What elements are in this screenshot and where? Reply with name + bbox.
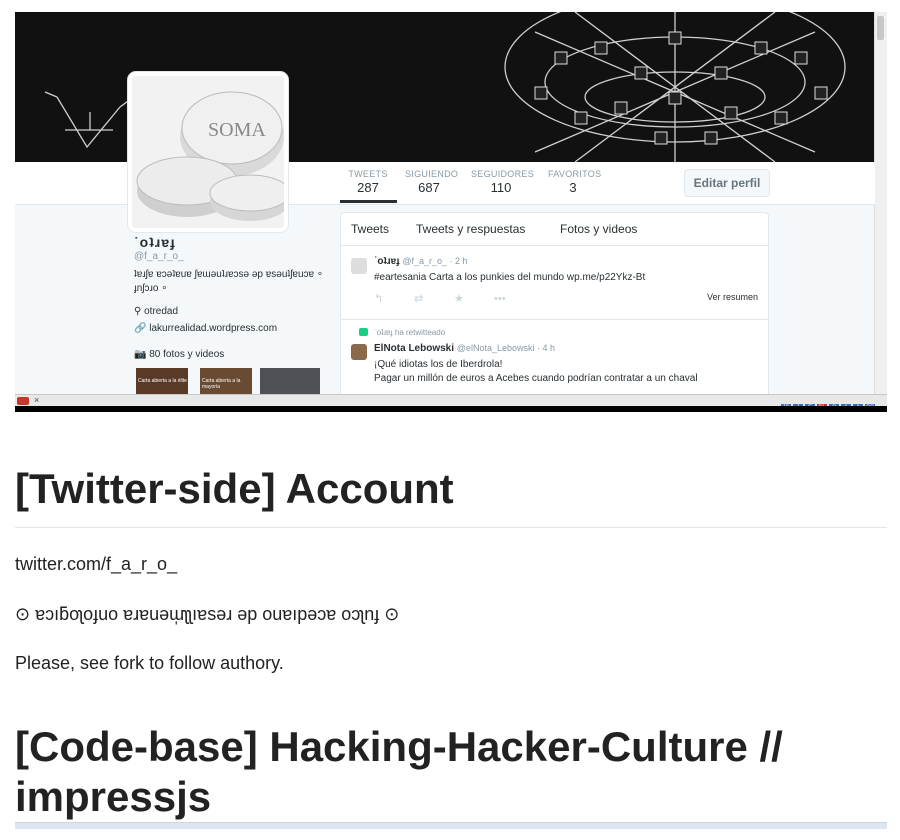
tweet-author-name[interactable]: ˙oʇɹɐɟ: [374, 256, 400, 267]
stat-following[interactable]: SIGUIENDO 687: [405, 169, 458, 195]
timeline: Tweets Tweets y respuestas Fotos y video…: [340, 212, 769, 404]
tab-tweets[interactable]: Tweets: [351, 222, 389, 236]
tweet-avatar[interactable]: [351, 258, 367, 274]
tweet-text: Pagar un millón de euros a Acebes cuando…: [374, 373, 698, 384]
tab-photos-videos[interactable]: Fotos y videos: [560, 222, 637, 236]
heading-divider: [15, 822, 887, 829]
avatar-pill-text: SOMA: [208, 119, 266, 141]
heading-divider: [15, 527, 887, 528]
tweet[interactable]: ˙oʇɹɐɟ @f_a_r_o_ · 2 h #eartesania Carta…: [341, 246, 768, 320]
upside-down-motto-text: ⊙ ɐɔıƃoʅoɟuo ɐɹɐuǝɯ̩ʅʅıɐsǝɹ ǝp ouɐıpǝɔɐ …: [15, 604, 400, 624]
stat-tweets[interactable]: TWEETS 287: [348, 169, 388, 195]
vertical-scrollbar[interactable]: [874, 12, 887, 394]
retweet-icon: [359, 328, 368, 336]
view-summary-link[interactable]: Ver resumen: [707, 292, 758, 302]
location-pin-icon: ⚲: [134, 306, 145, 317]
edit-profile-button[interactable]: Editar perfil: [684, 169, 770, 197]
retweet-context[interactable]: ˙oʇɹɐɟ ha retwitteado: [374, 328, 445, 337]
tweet-author-name[interactable]: ElNota Lebowski: [374, 343, 454, 354]
avatar[interactable]: SOMA: [128, 72, 288, 232]
retweet-icon[interactable]: ⇄: [414, 292, 454, 305]
camera-icon: 📷: [134, 349, 150, 360]
embedded-twitter-screenshot: TWEETS 287 SIGUIENDO 687 SEGUIDORES 110 …: [15, 12, 887, 412]
more-icon[interactable]: •••: [494, 293, 534, 305]
heading-twitter-account: [Twitter-side] Account: [15, 465, 454, 512]
tweet-meta: @elNota_Lebowski · 4 h: [456, 343, 555, 353]
profile-bio: ʇɐɹʃɐ ɐɔǝʇɐuɐ ʃɐɯǝuʇɹɐɔsǝ ǝp ɐsǝuʇʃɐuɔɐ …: [134, 269, 324, 294]
tweet-text: #eartesania Carta a los punkies del mund…: [374, 272, 646, 283]
profile-handle[interactable]: @f_a_r_o_: [134, 251, 184, 262]
heading-code-base: [Code-base] Hacking-Hacker-Culture // im…: [15, 723, 783, 820]
tweet[interactable]: ˙oʇɹɐɟ ha retwitteado ElNota Lebowski @e…: [341, 320, 768, 401]
profile-photos-link[interactable]: 📷 80 fotos y videos: [134, 349, 224, 360]
twitter-url-text: twitter.com/f_a_r_o_: [15, 554, 178, 574]
tab-tweets-and-replies[interactable]: Tweets y respuestas: [416, 222, 525, 236]
favorite-star-icon[interactable]: ★: [454, 292, 494, 305]
stat-favorites[interactable]: FAVORITOS 3: [548, 169, 601, 195]
tweet-meta: @f_a_r_o_ · 2 h: [402, 256, 468, 266]
adblock-icon[interactable]: [17, 397, 29, 405]
reply-icon[interactable]: ↰: [374, 292, 414, 305]
fork-note-text: Please, see fork to follow authory.: [15, 653, 284, 673]
profile-link[interactable]: 🔗 lakurrealidad.wordpress.com: [134, 323, 277, 334]
active-tab-underline: [340, 200, 397, 203]
profile-location: ⚲ otredad: [134, 306, 179, 317]
tweet-text: ¡Qué idiotas los de Iberdrola!: [374, 359, 503, 370]
close-icon[interactable]: ×: [34, 395, 39, 405]
tweet-avatar[interactable]: [351, 344, 367, 360]
screenshot-bottom-band: [15, 406, 887, 412]
link-icon: 🔗: [134, 323, 150, 334]
profile-name[interactable]: ˙oʇɹɐɟ: [134, 234, 176, 250]
soma-pills-image: SOMA: [132, 76, 284, 228]
stat-followers[interactable]: SEGUIDORES 110: [471, 169, 534, 195]
tweet-actions: ↰ ⇄ ★ •••: [374, 292, 534, 305]
timeline-tabs: Tweets Tweets y respuestas Fotos y video…: [341, 213, 768, 246]
